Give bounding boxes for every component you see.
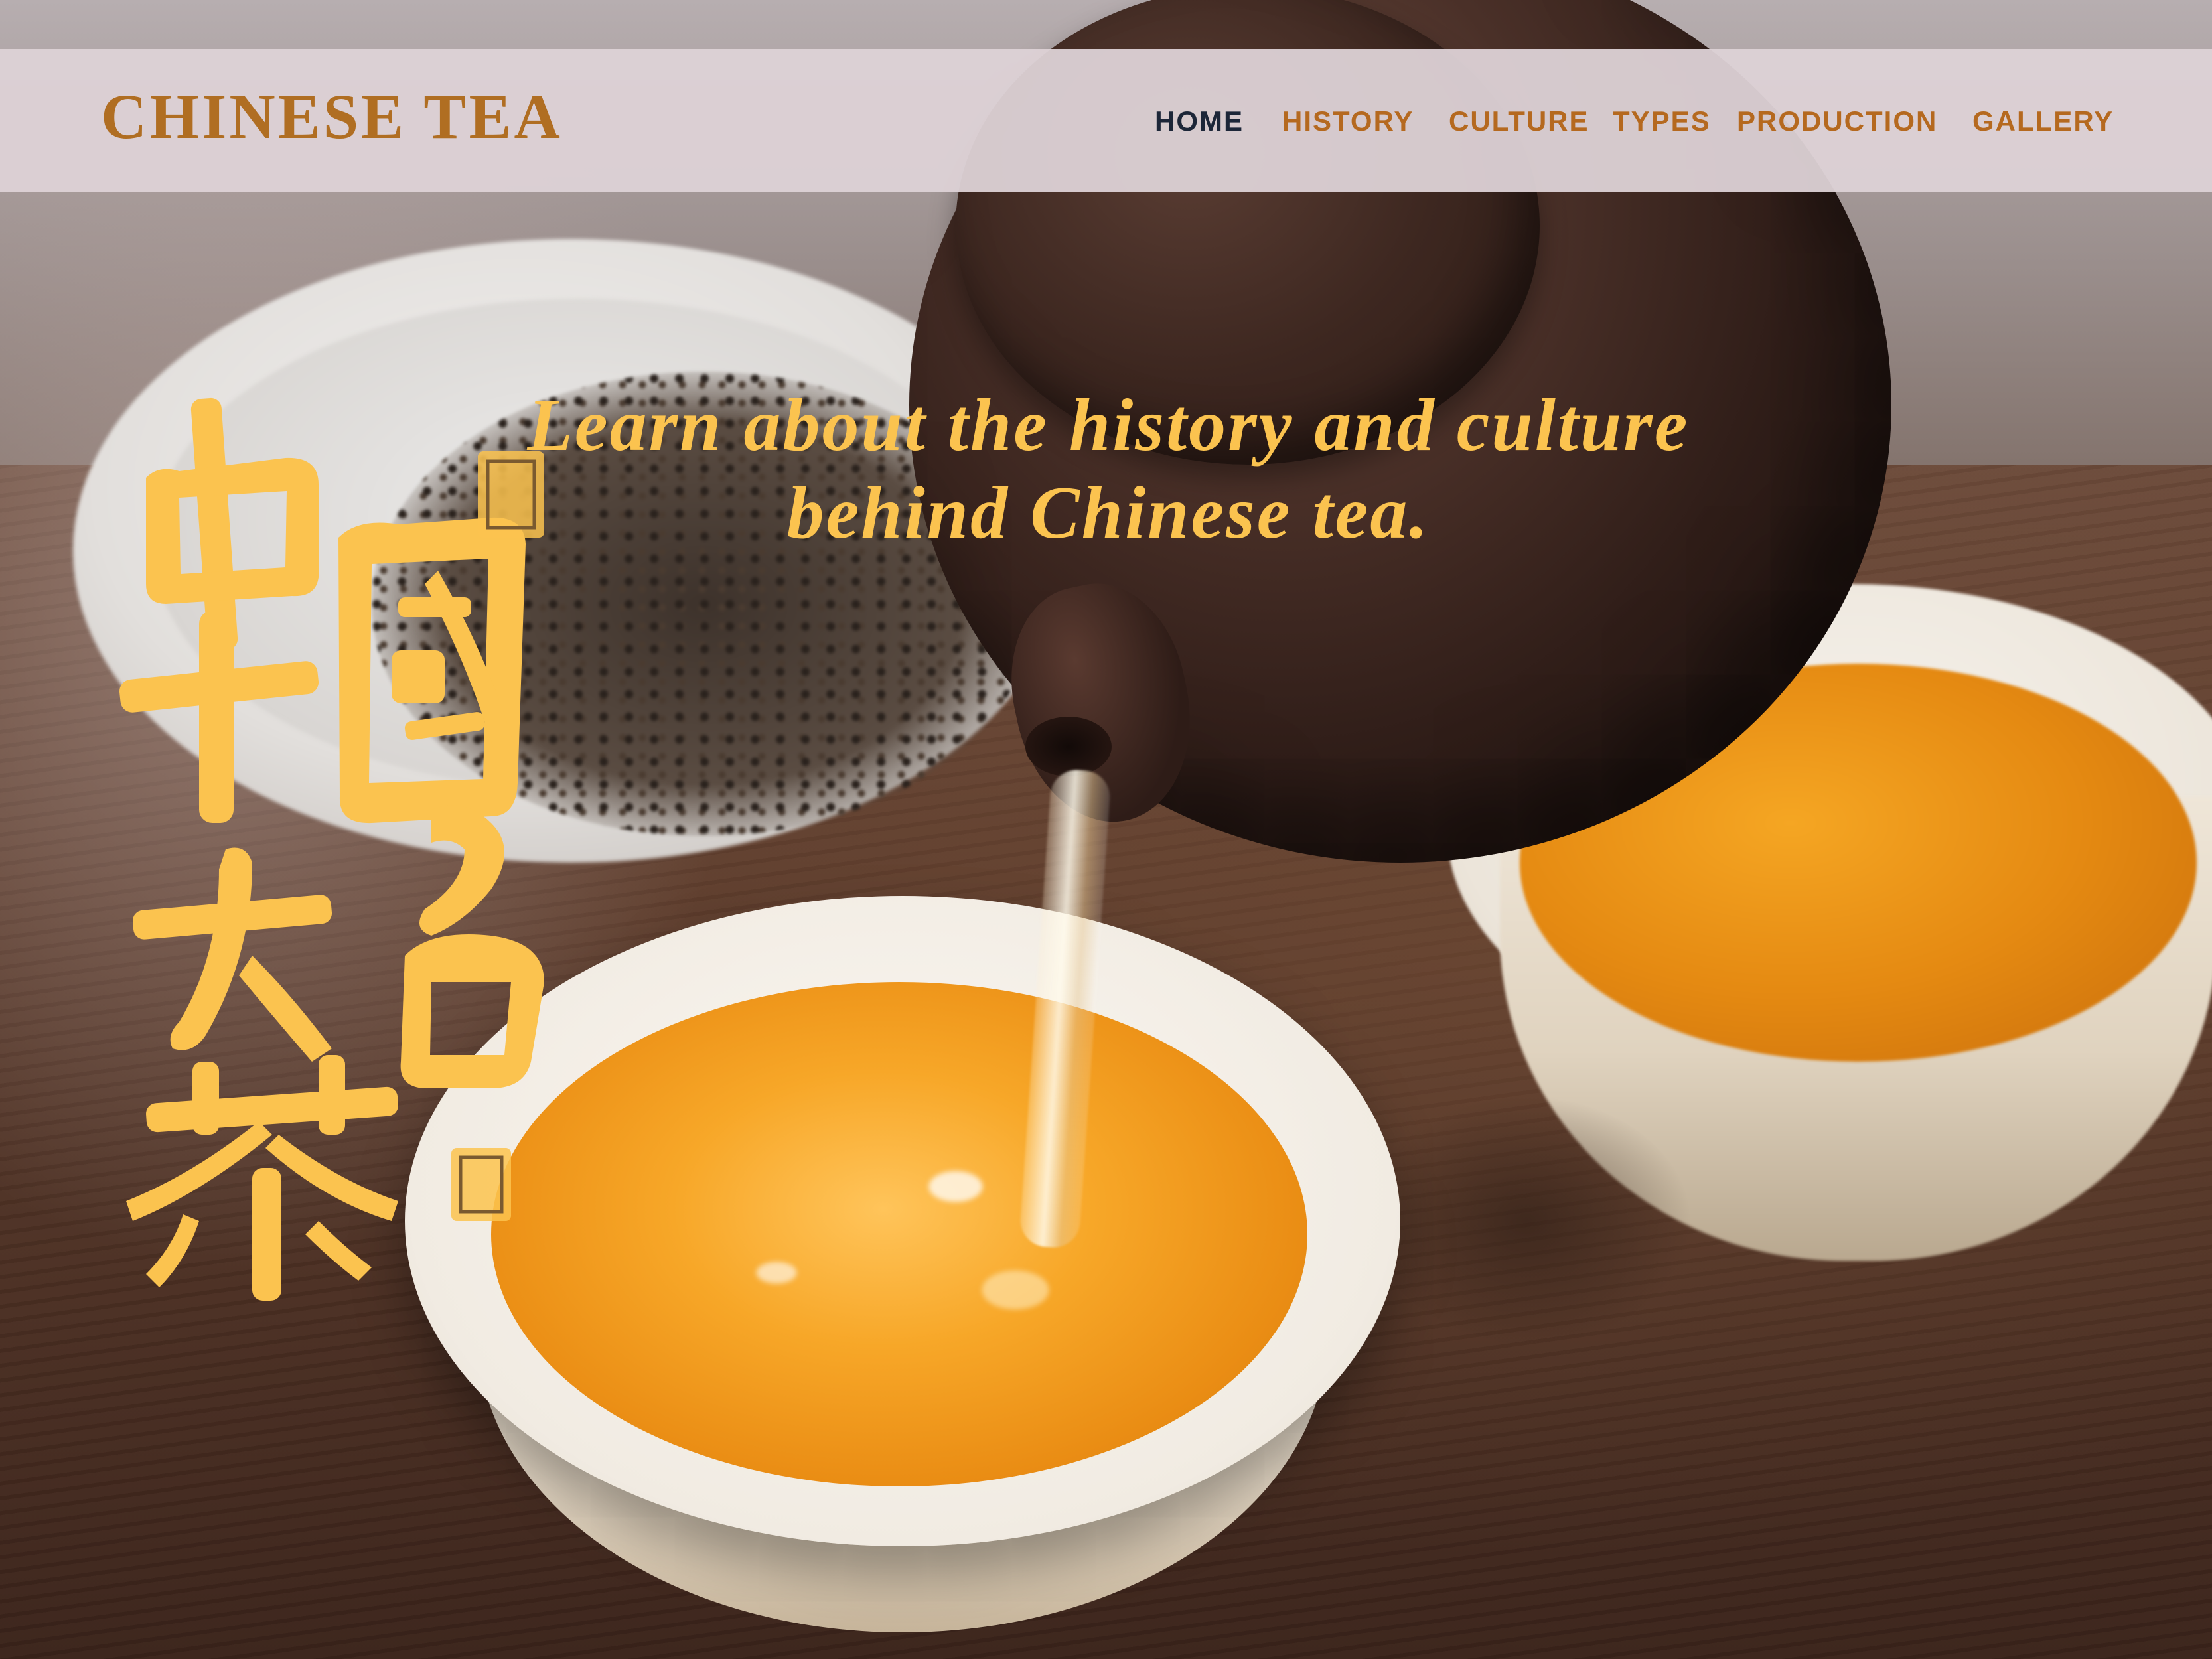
nav-item-gallery[interactable]: GALLERY (1972, 108, 2114, 135)
navbar: CHINESE TEA HOME HISTORY CULTURE TYPES P… (0, 49, 2212, 192)
calligraphy-character (132, 847, 332, 1062)
hero-tagline: Learn about the history and culture behi… (425, 382, 1792, 557)
nav-item-history[interactable]: HISTORY (1282, 108, 1414, 135)
calligraphy-character (126, 1055, 398, 1301)
tea-surface-highlights (597, 1048, 1195, 1394)
site-logo[interactable]: CHINESE TEA (101, 85, 563, 149)
seal-stamp (478, 451, 544, 538)
nav-item-culture[interactable]: CULTURE (1449, 108, 1589, 135)
calligraphy-character (338, 517, 526, 824)
nav-item-types[interactable]: TYPES (1613, 108, 1711, 135)
calligraphy-artwork (119, 385, 624, 1314)
hero-tagline-line-1: Learn about the history and culture (527, 384, 1690, 467)
hero-tagline-line-2: behind Chinese tea. (786, 472, 1430, 555)
nav-item-production[interactable]: PRODUCTION (1737, 108, 1937, 135)
seal-stamp (451, 1148, 511, 1221)
calligraphy-character (146, 397, 319, 651)
teapot-spout-opening (1025, 717, 1112, 776)
calligraphy-character (119, 611, 319, 823)
nav-item-home[interactable]: HOME (1155, 108, 1244, 135)
calligraphy-character (400, 805, 544, 1088)
page: CHINESE TEA HOME HISTORY CULTURE TYPES P… (0, 0, 2212, 1659)
